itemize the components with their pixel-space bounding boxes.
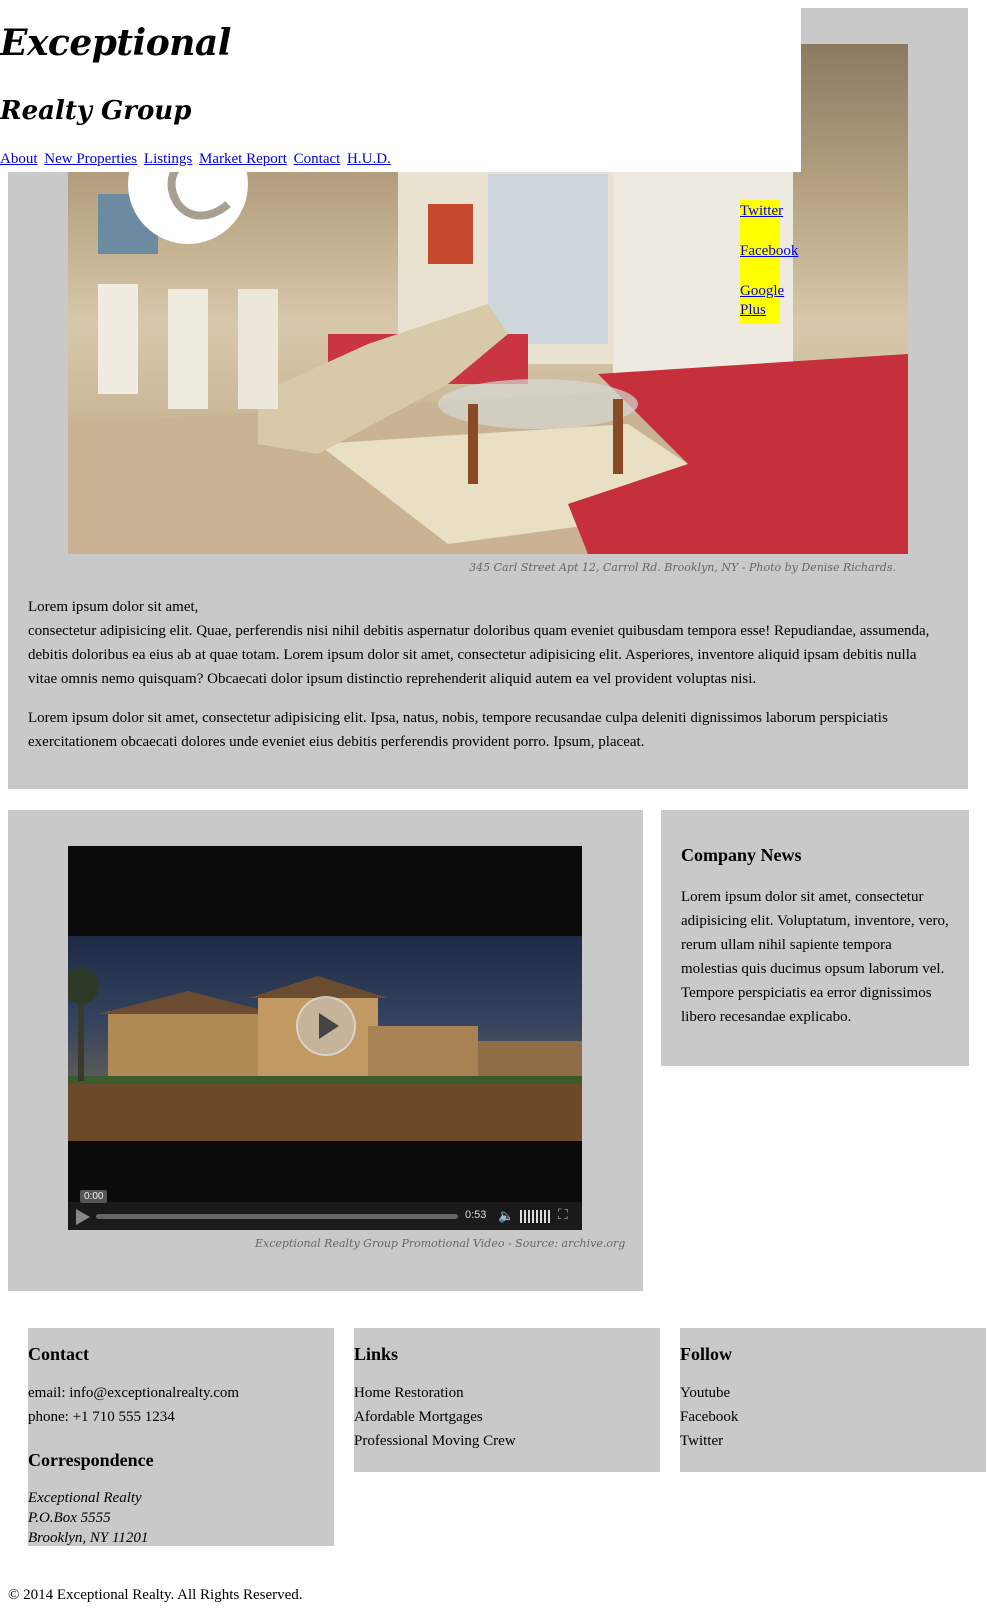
contact-column: Contact email: info@exceptionalrealty.co… (28, 1328, 334, 1546)
seek-bar[interactable] (96, 1214, 458, 1219)
hero-caption: 345 Carl Street Apt 12, Carrol Rd. Brook… (469, 561, 896, 574)
logo-line1: Exceptional (0, 22, 231, 64)
logo-line2: Realty Group (0, 96, 192, 126)
address-line: Exceptional Realty (28, 1490, 142, 1506)
main-nav: About New Properties Listings Market Rep… (0, 151, 394, 168)
hero-paragraph-1: Lorem ipsum dolor sit amet, consectetur … (28, 595, 948, 691)
address-line: Brooklyn, NY 11201 (28, 1530, 149, 1546)
social-google-plus-link[interactable]: Google Plus (740, 282, 784, 320)
contact-phone: phone: +1 710 555 1234 (28, 1409, 175, 1425)
nav-listings[interactable]: Listings (144, 151, 192, 167)
news-title: Company News (681, 845, 802, 865)
hero-paragraph-1-line1: Lorem ipsum dolor sit amet, (28, 599, 199, 615)
address-line: P.O.Box 5555 (28, 1510, 111, 1526)
social-twitter-link[interactable]: Twitter (740, 202, 783, 221)
nav-hud[interactable]: H.U.D. (347, 151, 391, 167)
follow-list: Youtube Facebook Twitter (680, 1381, 738, 1453)
links-column: Links Home Restoration Afordable Mortgag… (354, 1328, 660, 1472)
postal-address: Exceptional Realty P.O.Box 5555 Brooklyn… (28, 1488, 148, 1548)
video-player[interactable]: 0:00 0:53 🔈 ⛶ (68, 846, 582, 1230)
current-time: 0:00 (80, 1190, 108, 1203)
nav-market-report[interactable]: Market Report (199, 151, 287, 167)
hero-text: Lorem ipsum dolor sit amet, consectetur … (28, 595, 948, 769)
hero-paragraph-1-rest: consectetur adipisicing elit. Quae, perf… (28, 623, 930, 687)
play-icon[interactable] (76, 1209, 90, 1225)
link-home-restoration[interactable]: Home Restoration (354, 1381, 516, 1405)
fullscreen-icon[interactable]: ⛶ (558, 1208, 568, 1224)
follow-title: Follow (680, 1344, 732, 1364)
site-header: Exceptional Realty Group About New Prope… (0, 0, 801, 172)
link-affordable-mortgages[interactable]: Afordable Mortgages (354, 1405, 516, 1429)
play-overlay-button[interactable] (296, 996, 356, 1056)
social-links: Twitter Facebook Google Plus (740, 200, 798, 324)
nav-about[interactable]: About (0, 151, 38, 167)
link-moving-crew[interactable]: Professional Moving Crew (354, 1429, 516, 1453)
nav-contact[interactable]: Contact (294, 151, 341, 167)
contact-email: email: info@exceptionalrealty.com (28, 1385, 240, 1401)
links-title: Links (354, 1344, 399, 1364)
contact-details: email: info@exceptionalrealty.com phone:… (28, 1381, 239, 1429)
follow-twitter[interactable]: Twitter (680, 1429, 738, 1453)
video-caption: Exceptional Realty Group Promotional Vid… (255, 1237, 626, 1250)
follow-facebook[interactable]: Facebook (680, 1405, 738, 1429)
copyright: © 2014 Exceptional Realty. All Rights Re… (8, 1587, 303, 1603)
volume-slider[interactable] (520, 1210, 550, 1223)
follow-youtube[interactable]: Youtube (680, 1381, 738, 1405)
news-text: Lorem ipsum dolor sit amet, consectetur … (681, 889, 949, 1025)
volume-icon[interactable]: 🔈 (498, 1208, 514, 1224)
hero-paragraph-2: Lorem ipsum dolor sit amet, consectetur … (28, 710, 888, 750)
nav-new-properties[interactable]: New Properties (44, 151, 137, 167)
duration: 0:53 (465, 1209, 487, 1221)
social-facebook-link[interactable]: Facebook (740, 242, 798, 261)
follow-column: Follow Youtube Facebook Twitter (680, 1328, 986, 1472)
correspondence-title: Correspondence (28, 1450, 154, 1470)
links-list: Home Restoration Afordable Mortgages Pro… (354, 1381, 516, 1453)
video-controls: 0:00 0:53 🔈 ⛶ (68, 1190, 582, 1230)
contact-title: Contact (28, 1344, 89, 1364)
